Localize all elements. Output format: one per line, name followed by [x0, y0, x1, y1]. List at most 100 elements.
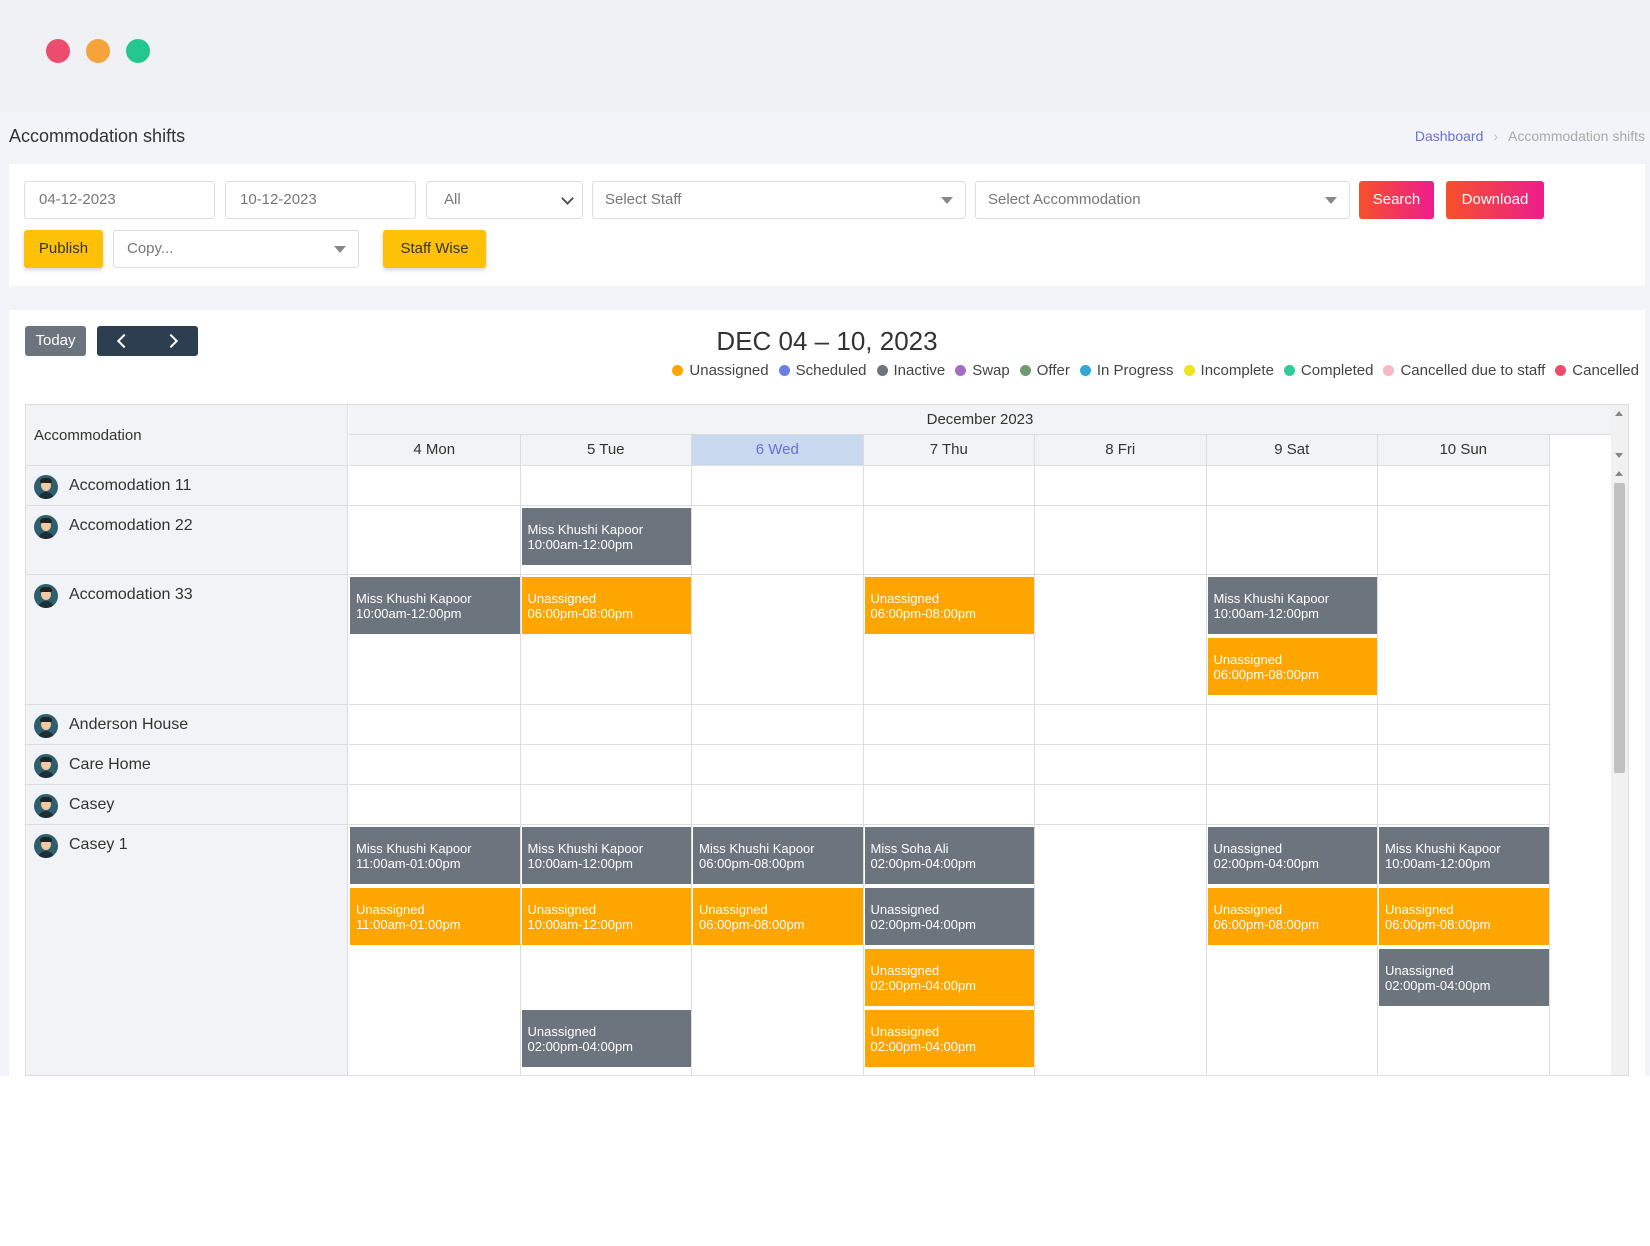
calendar-cell[interactable]: [349, 705, 521, 745]
calendar-cell[interactable]: [1035, 825, 1207, 1075]
day-header[interactable]: 8 Fri: [1035, 435, 1207, 466]
calendar-cell[interactable]: [863, 705, 1035, 745]
publish-button[interactable]: Publish: [24, 230, 103, 268]
window-maximize-button[interactable]: [126, 39, 150, 63]
breadcrumb-dashboard-link[interactable]: Dashboard: [1415, 128, 1484, 144]
calendar-cell[interactable]: [692, 745, 864, 785]
shift-event[interactable]: Miss Khushi Kapoor 10:00am-12:00pm: [350, 577, 520, 634]
shift-title: Miss Khushi Kapoor: [1213, 591, 1330, 606]
window-minimize-button[interactable]: [86, 39, 110, 63]
legend-dot-icon: [1183, 365, 1195, 376]
resource-name: Care Home: [69, 756, 151, 773]
day-header[interactable]: 9 Sat: [1206, 435, 1378, 466]
legend-label: Swap: [972, 362, 1010, 379]
day-header[interactable]: 7 Thu: [863, 435, 1035, 466]
shift-event[interactable]: Unassigned 02:00pm-04:00pm: [521, 1010, 691, 1067]
shift-event[interactable]: Unassigned 06:00pm-08:00pm: [1379, 888, 1549, 945]
start-date-input[interactable]: 04-12-2023: [24, 181, 215, 219]
day-header[interactable]: 6 Wed: [692, 435, 864, 466]
scroll-up-icon[interactable]: [1615, 411, 1623, 416]
calendar-cell[interactable]: [1378, 466, 1550, 506]
calendar-cell[interactable]: [520, 466, 692, 506]
shift-event[interactable]: Unassigned 06:00pm-08:00pm: [864, 577, 1034, 634]
shift-event[interactable]: Miss Khushi Kapoor 10:00am-12:00pm: [521, 508, 691, 565]
month-header: December 2023: [349, 405, 1611, 435]
resource-name: Anderson House: [69, 716, 189, 733]
shift-event[interactable]: Unassigned 11:00am-01:00pm: [350, 888, 520, 945]
calendar-cell[interactable]: [1035, 705, 1207, 745]
shift-event[interactable]: Unassigned 02:00pm-04:00pm: [864, 949, 1034, 1006]
window-close-button[interactable]: [46, 39, 70, 63]
calendar-cell[interactable]: [349, 745, 521, 785]
shift-event[interactable]: Unassigned 02:00pm-04:00pm: [1207, 827, 1377, 884]
shift-event[interactable]: Unassigned 06:00pm-08:00pm: [1207, 638, 1377, 695]
avatar: [34, 475, 58, 499]
scroll-down-icon[interactable]: [1615, 453, 1623, 458]
search-button[interactable]: Search: [1359, 181, 1434, 219]
calendar-cell[interactable]: [520, 745, 692, 785]
calendar-cell[interactable]: [1378, 785, 1550, 825]
calendar-cell[interactable]: [692, 575, 864, 705]
shift-title: Unassigned: [1213, 902, 1283, 917]
calendar-cell[interactable]: [349, 466, 521, 506]
legend-dot-icon: [1383, 365, 1395, 376]
calendar-cell[interactable]: [349, 785, 521, 825]
day-header[interactable]: 4 Mon: [349, 435, 521, 466]
legend-item: Offer: [1019, 362, 1070, 379]
calendar-cell[interactable]: [1035, 745, 1207, 785]
shift-event[interactable]: Miss Soha Ali 02:00pm-04:00pm: [864, 827, 1034, 884]
download-button[interactable]: Download: [1446, 181, 1544, 219]
day-header[interactable]: 10 Sun: [1378, 435, 1550, 466]
calendar-cell[interactable]: [520, 705, 692, 745]
vertical-scrollbar[interactable]: [1611, 405, 1628, 1075]
copy-select[interactable]: Copy...: [113, 230, 359, 268]
shift-event[interactable]: Miss Khushi Kapoor 10:00am-12:00pm: [1207, 577, 1377, 634]
scroll-up-icon[interactable]: [1615, 471, 1623, 476]
shift-event[interactable]: Unassigned 02:00pm-04:00pm: [864, 888, 1034, 945]
resource-row: Anderson House: [26, 705, 348, 745]
staff-select[interactable]: Select Staff: [592, 181, 966, 219]
calendar-cell[interactable]: [1378, 705, 1550, 745]
calendar-cell[interactable]: [692, 785, 864, 825]
day-header[interactable]: 5 Tue: [520, 435, 692, 466]
calendar-cell[interactable]: [349, 506, 521, 575]
resource-row: Casey: [26, 785, 348, 825]
calendar-cell[interactable]: [692, 466, 864, 506]
avatar: [34, 584, 58, 608]
calendar-cell[interactable]: [1035, 506, 1207, 575]
shift-event[interactable]: Unassigned 02:00pm-04:00pm: [1379, 949, 1549, 1006]
calendar-cell[interactable]: [520, 785, 692, 825]
shift-event[interactable]: Unassigned 02:00pm-04:00pm: [864, 1010, 1034, 1067]
accommodation-select[interactable]: Select Accommodation: [975, 181, 1350, 219]
status-select[interactable]: All: [426, 181, 583, 219]
calendar-cell[interactable]: [1378, 506, 1550, 575]
start-date-value: 04-12-2023: [39, 191, 116, 208]
calendar-cell[interactable]: [1035, 466, 1207, 506]
calendar-cell[interactable]: [1035, 575, 1207, 705]
calendar-cell[interactable]: [692, 705, 864, 745]
calendar-cell[interactable]: [1378, 745, 1550, 785]
shift-event[interactable]: Unassigned 06:00pm-08:00pm: [521, 577, 691, 634]
scrollbar-thumb[interactable]: [1614, 483, 1625, 773]
shift-event[interactable]: Unassigned 06:00pm-08:00pm: [1207, 888, 1377, 945]
calendar-cell[interactable]: [863, 466, 1035, 506]
shift-event[interactable]: Unassigned 06:00pm-08:00pm: [693, 888, 863, 945]
staff-wise-button[interactable]: Staff Wise: [383, 230, 486, 268]
calendar-cell[interactable]: [863, 785, 1035, 825]
calendar-cell[interactable]: [1206, 506, 1378, 575]
shift-event[interactable]: Miss Khushi Kapoor 10:00am-12:00pm: [1379, 827, 1549, 884]
calendar-cell[interactable]: [1206, 745, 1378, 785]
shift-event[interactable]: Unassigned 10:00am-12:00pm: [521, 888, 691, 945]
calendar-cell[interactable]: [1206, 466, 1378, 506]
shift-event[interactable]: Miss Khushi Kapoor 10:00am-12:00pm: [521, 827, 691, 884]
calendar-cell[interactable]: [863, 745, 1035, 785]
calendar-cell[interactable]: [1035, 785, 1207, 825]
calendar-cell[interactable]: [692, 506, 864, 575]
calendar-cell[interactable]: [863, 506, 1035, 575]
end-date-input[interactable]: 10-12-2023: [225, 181, 416, 219]
calendar-cell[interactable]: [1206, 785, 1378, 825]
shift-event[interactable]: Miss Khushi Kapoor 06:00pm-08:00pm: [693, 827, 863, 884]
calendar-cell[interactable]: [1206, 705, 1378, 745]
shift-event[interactable]: Miss Khushi Kapoor 11:00am-01:00pm: [350, 827, 520, 884]
calendar-cell[interactable]: [1378, 575, 1550, 705]
